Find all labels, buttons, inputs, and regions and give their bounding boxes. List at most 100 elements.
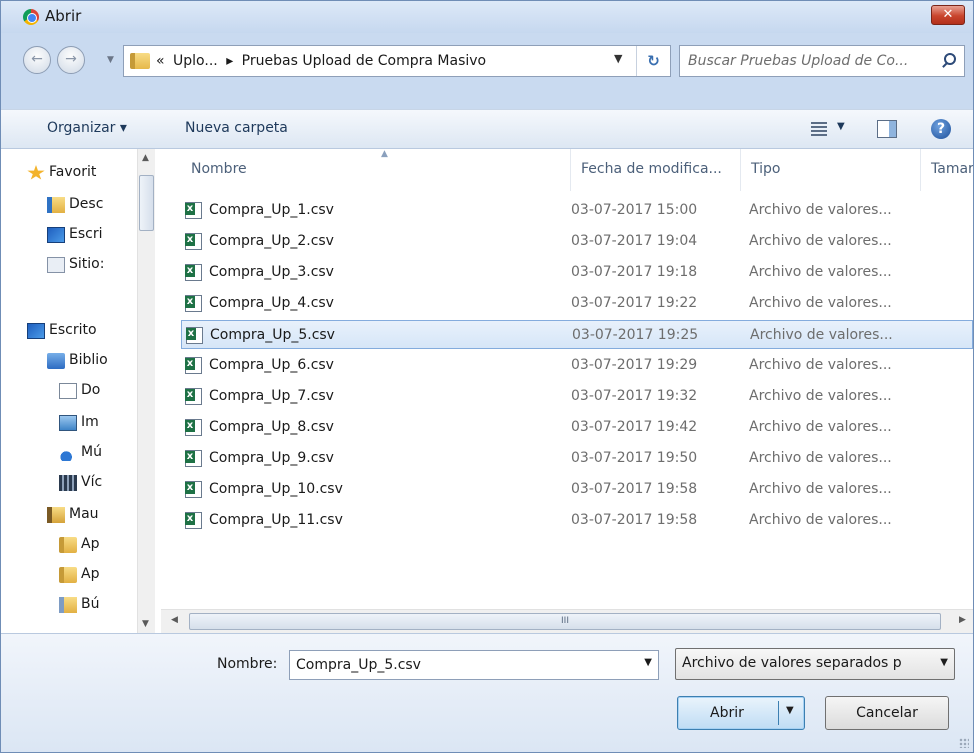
file-date: 03-07-2017 19:32 xyxy=(571,388,698,404)
close-button[interactable]: ✕ xyxy=(931,5,965,25)
help-icon[interactable]: ? xyxy=(931,119,951,139)
column-header-date[interactable]: Fecha de modifica... xyxy=(571,149,741,191)
csv-file-icon xyxy=(185,233,202,250)
column-header-name[interactable]: Nombre ▲ xyxy=(181,149,571,191)
file-name: Compra_Up_4.csv xyxy=(209,295,334,311)
nav-item[interactable]: Ap xyxy=(59,533,137,557)
file-date: 03-07-2017 19:58 xyxy=(571,512,698,528)
views-icon[interactable] xyxy=(811,122,827,136)
file-row[interactable]: Compra_Up_8.csv 03-07-2017 19:42 Archivo d… xyxy=(181,413,973,442)
file-row[interactable]: Compra_Up_9.csv 03-07-2017 19:50 Archivo d… xyxy=(181,444,973,473)
nav-item[interactable]: Biblio xyxy=(47,349,137,373)
filename-combobox[interactable]: ▼ xyxy=(289,650,659,680)
filetype-value: Archivo de valores separados p xyxy=(682,655,902,671)
file-date: 03-07-2017 19:58 xyxy=(571,481,698,497)
nav-item-label: Sitio: xyxy=(69,256,105,272)
scrollbar-thumb[interactable]: III xyxy=(189,613,941,630)
file-row[interactable]: Compra_Up_3.csv 03-07-2017 19:18 Archivo d… xyxy=(181,258,973,287)
file-type: Archivo de valores... xyxy=(749,233,892,249)
csv-file-icon xyxy=(185,512,202,529)
nav-pane-scrollbar[interactable]: ▲ ▼ xyxy=(137,149,155,633)
column-header-type[interactable]: Tipo xyxy=(741,149,921,191)
resize-grip-icon[interactable] xyxy=(959,738,969,748)
file-type: Archivo de valores... xyxy=(749,419,892,435)
open-file-dialog: Abrir ✕ ← → ▼ « Uplo... ▸ Pruebas Upload… xyxy=(0,0,974,753)
file-row[interactable]: Compra_Up_11.csv 03-07-2017 19:58 Archivo … xyxy=(181,506,973,535)
scroll-down-icon[interactable]: ▼ xyxy=(142,619,149,629)
csv-file-icon xyxy=(185,202,202,219)
nav-item[interactable]: Escri xyxy=(47,223,137,247)
navigation-pane: Favorit Desc Escri Sitio: Escrito Biblio Do Im M… xyxy=(1,149,159,633)
file-row[interactable]: Compra_Up_5.csv 03-07-2017 19:25 Archivo d… xyxy=(181,320,973,349)
file-list-hscrollbar[interactable]: ◀ III ▶ xyxy=(161,609,973,633)
nav-item[interactable]: Ap xyxy=(59,563,137,587)
file-name: Compra_Up_6.csv xyxy=(209,357,334,373)
breadcrumb-item[interactable]: Uplo... xyxy=(173,53,218,69)
nav-item-label: Favorit xyxy=(49,164,97,180)
preview-pane-icon[interactable] xyxy=(877,120,897,138)
csv-file-icon xyxy=(185,450,202,467)
desktop-icon xyxy=(47,227,65,243)
nav-item[interactable]: Bú xyxy=(59,593,137,617)
window-title: Abrir xyxy=(45,7,82,25)
file-date: 03-07-2017 19:50 xyxy=(571,450,698,466)
filename-dropdown-icon[interactable]: ▼ xyxy=(644,657,652,668)
file-row[interactable]: Compra_Up_10.csv 03-07-2017 19:58 Archivo … xyxy=(181,475,973,504)
nav-item[interactable]: Do xyxy=(59,379,137,403)
back-button[interactable]: ← xyxy=(23,46,51,74)
file-row[interactable]: Compra_Up_7.csv 03-07-2017 19:32 Archivo d… xyxy=(181,382,973,411)
filename-input[interactable] xyxy=(294,655,624,675)
file-row[interactable]: Compra_Up_1.csv 03-07-2017 15:00 Archivo d… xyxy=(181,196,973,225)
history-dropdown-icon[interactable]: ▼ xyxy=(107,55,114,65)
nav-item[interactable]: Mau xyxy=(47,503,137,527)
file-date: 03-07-2017 19:04 xyxy=(571,233,698,249)
nav-item[interactable]: Desc xyxy=(47,193,137,217)
scroll-up-icon[interactable]: ▲ xyxy=(142,153,149,163)
filetype-select[interactable]: Archivo de valores separados p ▼ xyxy=(675,648,955,680)
organize-button[interactable]: Organizar ▾ xyxy=(47,120,127,136)
forward-button[interactable]: → xyxy=(57,46,85,74)
nav-item[interactable]: Víc xyxy=(59,471,137,495)
scrollbar-thumb[interactable] xyxy=(139,175,154,231)
file-type: Archivo de valores... xyxy=(749,295,892,311)
nav-item-label: Biblio xyxy=(69,352,108,368)
address-bar[interactable]: « Uplo... ▸ Pruebas Upload de Compra Mas… xyxy=(123,45,671,77)
file-row[interactable]: Compra_Up_2.csv 03-07-2017 19:04 Archivo d… xyxy=(181,227,973,256)
documents-icon xyxy=(59,383,77,399)
breadcrumb-overflow[interactable]: « xyxy=(156,53,165,69)
views-dropdown-icon[interactable]: ▼ xyxy=(837,121,845,132)
file-type: Archivo de valores... xyxy=(749,450,892,466)
scroll-right-icon[interactable]: ▶ xyxy=(959,615,966,625)
search-box[interactable] xyxy=(679,45,965,77)
nav-item[interactable]: Favorit xyxy=(27,161,137,185)
address-dropdown-icon[interactable]: ▼ xyxy=(614,52,622,65)
filetype-dropdown-icon[interactable]: ▼ xyxy=(940,657,948,668)
nav-item-label: Bú xyxy=(81,596,100,612)
videos-icon xyxy=(59,475,77,491)
csv-file-icon xyxy=(185,419,202,436)
search-icon[interactable] xyxy=(944,53,956,65)
nav-item-label: Ap xyxy=(81,536,100,552)
nav-item[interactable]: Mú xyxy=(59,441,137,465)
file-name: Compra_Up_11.csv xyxy=(209,512,343,528)
nav-item[interactable]: Escrito xyxy=(27,319,137,343)
search-input[interactable] xyxy=(686,50,934,72)
nav-item-label: Escrito xyxy=(49,322,97,338)
breadcrumb-item[interactable]: Pruebas Upload de Compra Masivo xyxy=(242,53,486,69)
cancel-button[interactable]: Cancelar xyxy=(825,696,949,730)
nav-item[interactable]: Sitio: xyxy=(47,253,137,277)
breadcrumb-separator-icon[interactable]: ▸ xyxy=(226,53,233,69)
open-button[interactable]: Abrir ▼ xyxy=(677,696,805,730)
nav-item-label: Mau xyxy=(69,506,99,522)
open-options-dropdown-icon[interactable]: ▼ xyxy=(786,705,794,716)
file-date: 03-07-2017 19:25 xyxy=(572,327,699,343)
title-bar[interactable]: Abrir ✕ xyxy=(1,1,973,33)
new-folder-button[interactable]: Nueva carpeta xyxy=(185,120,288,136)
filename-label: Nombre: xyxy=(217,656,278,672)
refresh-button[interactable]: ↻ xyxy=(636,46,670,76)
nav-item[interactable]: Im xyxy=(59,411,137,435)
file-row[interactable]: Compra_Up_6.csv 03-07-2017 19:29 Archivo d… xyxy=(181,351,973,380)
file-row[interactable]: Compra_Up_4.csv 03-07-2017 19:22 Archivo d… xyxy=(181,289,973,318)
column-header-size[interactable]: Tamar xyxy=(921,149,973,191)
scroll-left-icon[interactable]: ◀ xyxy=(171,615,178,625)
